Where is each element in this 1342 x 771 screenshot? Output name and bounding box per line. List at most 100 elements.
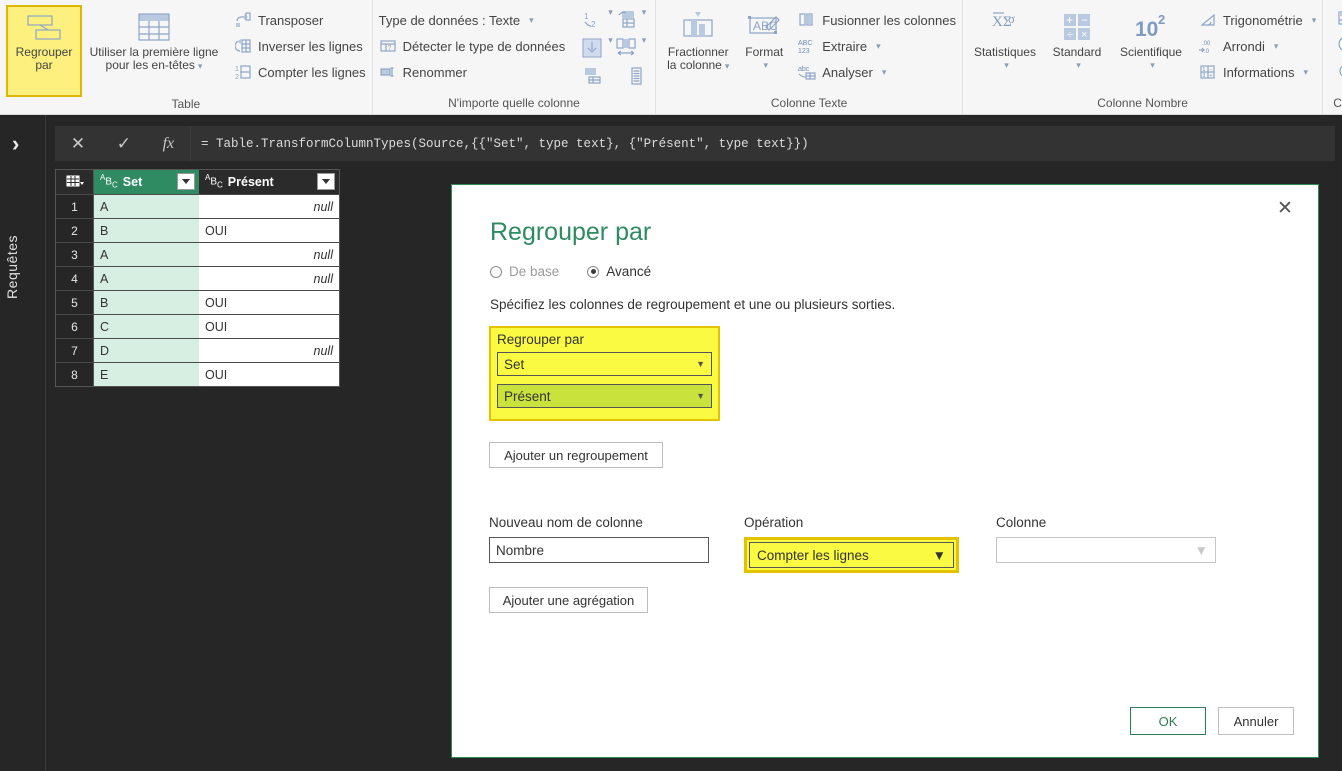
radio-advanced-dot: [587, 265, 600, 278]
column-dropdown[interactable]: ▼: [996, 537, 1216, 563]
duration-icon[interactable]: [1333, 57, 1342, 83]
fx-icon[interactable]: fx: [163, 135, 175, 153]
time-icon[interactable]: [1333, 31, 1342, 57]
chevron-down-icon[interactable]: ▾: [1274, 41, 1279, 52]
table-row[interactable]: 3 Anull: [56, 242, 339, 266]
ok-button[interactable]: OK: [1130, 707, 1206, 735]
sort-1-2-icon[interactable]: 1 2: [579, 7, 605, 33]
rename-button[interactable]: Renommer: [379, 59, 566, 85]
formula-input[interactable]: = Table.TransformColumnTypes(Source,{{"S…: [190, 126, 1335, 161]
format-button[interactable]: ABC Format ▾: [738, 5, 790, 75]
grid-column-header-present-label: Présent: [227, 175, 274, 189]
select-all-table-icon[interactable]: [56, 170, 94, 194]
cell-present[interactable]: OUI: [199, 291, 339, 314]
chevron-down-icon[interactable]: ▾: [1076, 59, 1081, 72]
extract-button[interactable]: ABC 123 Extraire ▾: [798, 33, 956, 59]
trigonometry-button[interactable]: Trigonométrie ▾: [1199, 7, 1316, 33]
use-first-row-headers-button[interactable]: Utiliser la première ligne pour les en-t…: [86, 5, 222, 76]
date-icon[interactable]: [1333, 5, 1342, 31]
scientific-button[interactable]: 10 2 Scientifique ▾: [1113, 5, 1189, 75]
grid-column-header-set-label: Set: [122, 175, 143, 189]
chevron-down-icon[interactable]: ▾: [198, 61, 203, 71]
chevron-down-icon[interactable]: ▾: [642, 7, 647, 33]
dialog-description: Spécifiez les colonnes de regroupement e…: [490, 297, 896, 312]
chevron-down-icon[interactable]: ▾: [764, 59, 769, 72]
svg-text:ABC: ABC: [798, 40, 812, 47]
accept-check-icon[interactable]: ✓: [117, 134, 131, 154]
grid-column-header-present[interactable]: ABC Présent: [199, 170, 339, 194]
table-row[interactable]: 6 C OUI: [56, 314, 339, 338]
chevron-down-icon[interactable]: ▾: [1312, 15, 1317, 26]
reverse-rows-button[interactable]: Inverser les lignes: [234, 33, 366, 59]
add-aggregation-button[interactable]: Ajouter une agrégation: [489, 587, 648, 613]
convert-to-list-icon[interactable]: [623, 63, 649, 89]
chevron-down-icon[interactable]: ▾: [1004, 59, 1009, 72]
cell-present[interactable]: null: [199, 339, 339, 362]
grid-column-header-set[interactable]: ABC Set: [94, 170, 199, 194]
add-grouping-button[interactable]: Ajouter un regroupement: [489, 442, 663, 468]
group-by-button[interactable]: Regrouper par: [6, 5, 82, 97]
operation-dropdown-value: Compter les lignes: [757, 547, 869, 563]
move-column-icon[interactable]: [579, 63, 605, 89]
cell-set[interactable]: A: [94, 267, 199, 290]
cell-set[interactable]: B: [94, 291, 199, 314]
cell-set[interactable]: C: [94, 315, 199, 338]
data-type-button[interactable]: Type de données : Texte ▾: [379, 7, 566, 33]
radio-advanced[interactable]: Avancé: [587, 264, 651, 279]
detect-data-type-label: Détecter le type de données: [402, 38, 566, 54]
transpose-button[interactable]: Transposer: [234, 7, 366, 33]
cancel-x-icon[interactable]: ✕: [71, 134, 85, 154]
replace-values-icon[interactable]: [613, 7, 639, 33]
parse-button[interactable]: abc Analyser ▾: [798, 59, 956, 85]
operation-dropdown[interactable]: Compter les lignes ▼: [749, 542, 954, 568]
chevron-down-icon[interactable]: ▾: [725, 61, 730, 71]
merge-columns-button[interactable]: Fusionner les colonnes: [798, 7, 956, 33]
detect-data-type-button[interactable]: ? Détecter le type de données: [379, 33, 566, 59]
group-column-dropdown-1[interactable]: Set ▼: [497, 352, 712, 376]
cell-set[interactable]: A: [94, 243, 199, 266]
scientific-icon: 10 2: [1129, 8, 1173, 46]
rounding-label: Arrondi: [1222, 38, 1265, 54]
radio-basic[interactable]: De base: [490, 264, 559, 279]
cancel-button[interactable]: Annuler: [1218, 707, 1294, 735]
cell-set[interactable]: A: [94, 195, 199, 218]
table-row[interactable]: 2 B OUI: [56, 218, 339, 242]
table-row[interactable]: 8 E OUI: [56, 362, 339, 386]
chevron-right-icon[interactable]: ›: [12, 131, 19, 157]
chevron-down-icon[interactable]: ▾: [1150, 59, 1155, 72]
filter-dropdown-present[interactable]: [317, 173, 335, 190]
cell-present[interactable]: null: [199, 243, 339, 266]
cell-present[interactable]: OUI: [199, 315, 339, 338]
fill-down-icon[interactable]: [579, 35, 605, 61]
ribbon-group-any-column: Type de données : Texte ▾ ? Détecter le …: [373, 0, 657, 114]
table-row[interactable]: 7 Dnull: [56, 338, 339, 362]
split-column-button[interactable]: Fractionner la colonne ▾: [662, 5, 734, 76]
information-button[interactable]: 1 3 − + Informations ▾: [1199, 59, 1316, 85]
chevron-down-icon[interactable]: ▾: [1304, 67, 1309, 78]
cell-set[interactable]: D: [94, 339, 199, 362]
filter-dropdown-set[interactable]: [177, 173, 195, 190]
count-rows-button[interactable]: 1 2 Compter les lignes: [234, 59, 366, 85]
table-row[interactable]: 1 Anull: [56, 194, 339, 218]
cell-set[interactable]: E: [94, 363, 199, 386]
cell-present[interactable]: null: [199, 195, 339, 218]
rounding-button[interactable]: .00 .0 Arrondi ▾: [1198, 33, 1316, 59]
cell-present[interactable]: OUI: [199, 363, 339, 386]
unpivot-columns-icon[interactable]: [613, 35, 639, 61]
cell-present[interactable]: OUI: [199, 219, 339, 242]
chevron-down-icon[interactable]: ▾: [882, 67, 887, 78]
cell-present[interactable]: null: [199, 267, 339, 290]
table-row[interactable]: 4 Anull: [56, 266, 339, 290]
chevron-down-icon[interactable]: ▾: [642, 35, 647, 61]
svg-text:2: 2: [1158, 12, 1165, 27]
standard-button[interactable]: + − ÷ × Standard ▾: [1045, 5, 1109, 75]
close-icon[interactable]: ✕: [1272, 195, 1298, 221]
chevron-down-icon[interactable]: ▾: [876, 41, 881, 52]
cell-set[interactable]: B: [94, 219, 199, 242]
chevron-down-icon[interactable]: ▾: [529, 15, 534, 26]
new-column-name-input[interactable]: Nombre: [489, 537, 709, 563]
any-column-small-commands: Type de données : Texte ▾ ? Détecter le …: [379, 5, 566, 85]
table-row[interactable]: 5 B OUI: [56, 290, 339, 314]
statistics-button[interactable]: XΣ σ Statistiques ▾: [969, 5, 1041, 75]
group-column-dropdown-2[interactable]: Présent ▼: [497, 384, 712, 408]
